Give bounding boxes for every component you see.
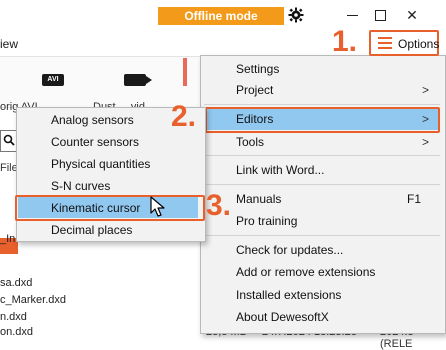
kinematic-callout-outline xyxy=(15,195,205,221)
submenu-item-physical-quantities[interactable]: Physical quantities xyxy=(51,157,150,171)
close-icon[interactable]: ✕ xyxy=(398,4,426,26)
chevron-right-icon: > xyxy=(422,83,430,97)
file-item[interactable]: _In xyxy=(0,233,15,245)
hamburger-icon xyxy=(378,37,392,49)
avi-icon[interactable]: AVI xyxy=(42,74,64,86)
menu-separator xyxy=(204,104,440,105)
toolbar-red-item xyxy=(183,58,187,86)
menu-item-project[interactable]: Project xyxy=(236,83,273,97)
options-label: Options xyxy=(398,37,440,51)
offline-mode-badge[interactable]: Offline mode xyxy=(158,7,284,25)
mouse-pointer-icon xyxy=(150,196,166,218)
file-item[interactable]: n.dxd xyxy=(0,311,27,323)
minimize-icon[interactable] xyxy=(338,4,366,26)
menu-item-about[interactable]: About DewesoftX xyxy=(236,310,329,324)
chevron-right-icon: > xyxy=(422,135,430,149)
shortcut-label: F1 xyxy=(407,192,422,206)
menu-separator xyxy=(204,155,440,156)
menu-item-manuals[interactable]: Manuals xyxy=(236,192,281,206)
submenu-item-sn-curves[interactable]: S-N curves xyxy=(51,179,110,193)
menu-item-tools[interactable]: Tools xyxy=(236,135,264,149)
menu-item-add-remove-extensions[interactable]: Add or remove extensions xyxy=(236,265,375,279)
submenu-item-analog-sensors[interactable]: Analog sensors xyxy=(51,113,134,127)
menu-item-pro-training[interactable]: Pro training xyxy=(236,214,297,228)
file-item[interactable]: c_Marker.dxd xyxy=(0,294,66,306)
menu-view[interactable]: iew xyxy=(0,37,18,51)
file-item[interactable]: on.dxd xyxy=(0,326,33,338)
step-marker-3: 3. xyxy=(206,189,232,222)
editors-callout-outline xyxy=(205,107,440,133)
submenu-item-decimal-places[interactable]: Decimal places xyxy=(51,223,132,237)
maximize-icon[interactable] xyxy=(366,4,394,26)
menu-separator xyxy=(204,235,440,236)
menu-item-check-for-updates[interactable]: Check for updates... xyxy=(236,243,343,257)
submenu-item-counter-sensors[interactable]: Counter sensors xyxy=(51,135,139,149)
menu-separator xyxy=(204,184,440,185)
video-camera-icon[interactable] xyxy=(124,74,152,86)
gear-icon[interactable] xyxy=(287,5,305,25)
step-marker-2: 2. xyxy=(171,100,197,133)
step-marker-1: 1. xyxy=(332,25,358,58)
file-item[interactable]: sa.dxd xyxy=(0,277,32,289)
menu-item-settings[interactable]: Settings xyxy=(236,62,279,76)
menu-item-link-with-word[interactable]: Link with Word... xyxy=(236,163,324,177)
menu-item-installed-extensions[interactable]: Installed extensions xyxy=(236,288,341,302)
